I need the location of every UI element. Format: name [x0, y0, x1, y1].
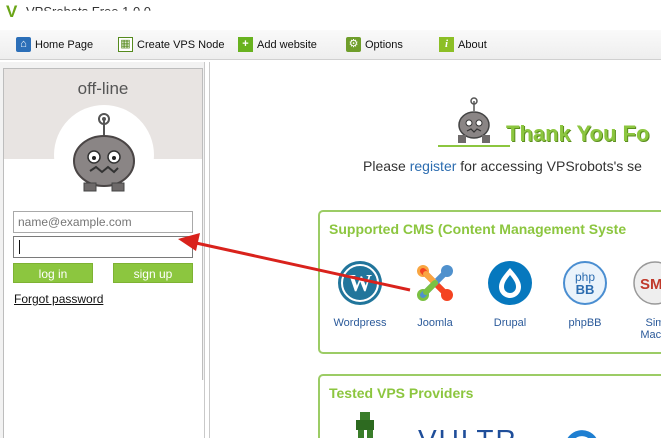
supported-cms-box: Supported CMS (Content Management Syste …	[318, 210, 661, 354]
register-link[interactable]: register	[410, 158, 457, 174]
toolbar-home-button[interactable]: ⌂ Home Page	[16, 35, 93, 54]
cms-item-joomla[interactable]: Joomla	[405, 260, 465, 329]
cms-item-wordpress[interactable]: W Wordpress	[330, 260, 390, 329]
info-icon: i	[439, 37, 454, 52]
vultr-logo[interactable]: VULTR	[418, 424, 518, 438]
toolbar-home-label: Home Page	[35, 38, 94, 51]
title-bar: V VPSrobots Free 1.0.0	[0, 0, 661, 30]
register-prompt: Please register for accessing VPSrobots'…	[363, 158, 642, 174]
avatar	[54, 105, 154, 205]
cms-box-title: Supported CMS (Content Management Syste	[329, 221, 627, 237]
provider-logo-icon	[356, 412, 374, 438]
login-button[interactable]: log in	[13, 263, 93, 283]
cms-item-phpbb[interactable]: php BB phpBB	[555, 260, 615, 329]
provider-logo-icon-2	[567, 430, 597, 438]
toolbar-add-website-button[interactable]: + Add website	[238, 35, 317, 54]
toolbar-create-node-label: Create VPS Node	[137, 38, 225, 51]
left-lower-panel	[3, 380, 204, 438]
vps-box-title: Tested VPS Providers	[329, 385, 474, 401]
home-icon: ⌂	[16, 37, 31, 52]
toolbar-options-button[interactable]: ⚙ Options	[346, 35, 403, 54]
toolbar-options-label: Options	[365, 38, 403, 51]
cms-item-smf[interactable]: SM Sim Machi	[625, 260, 661, 341]
drupal-icon	[488, 261, 532, 305]
text-caret	[19, 240, 20, 254]
toolbar-create-node-button[interactable]: ▦ Create VPS Node	[118, 35, 224, 54]
connection-status: off-line	[77, 79, 129, 98]
toolbar-add-website-label: Add website	[257, 38, 317, 51]
app-logo-icon: V	[6, 2, 18, 21]
create-node-icon: ▦	[118, 37, 133, 52]
svg-text:BB: BB	[576, 282, 595, 297]
toolbar-about-label: About	[458, 38, 487, 51]
wordpress-icon: W	[338, 261, 382, 305]
forgot-password-link[interactable]: Forgot password	[14, 292, 103, 306]
gear-icon: ⚙	[346, 37, 361, 52]
toolbar: ⌂ Home Page ▦ Create VPS Node + Add webs…	[0, 30, 661, 60]
left-panel: off-line name@example.com log in sign up…	[0, 62, 205, 438]
phpbb-icon: php BB	[563, 261, 607, 305]
robot-mascot-icon	[458, 97, 490, 143]
cms-item-drupal[interactable]: Drupal	[480, 260, 540, 329]
smf-icon: SM	[633, 261, 661, 305]
password-field[interactable]	[13, 236, 193, 258]
toolbar-about-button[interactable]: i About	[439, 35, 487, 54]
main-content: Thank You Fo Please register for accessi…	[209, 62, 661, 438]
login-box: off-line name@example.com log in sign up…	[3, 68, 203, 382]
signup-button[interactable]: sign up	[113, 263, 193, 283]
add-icon: +	[238, 37, 253, 52]
vps-providers-box: Tested VPS Providers VULTR	[318, 374, 661, 438]
svg-text:W: W	[348, 271, 372, 297]
svg-text:SM: SM	[640, 276, 661, 293]
window-title: VPSrobots Free 1.0.0	[26, 4, 152, 19]
email-field[interactable]	[13, 211, 193, 233]
thank-you-heading: Thank You Fo	[506, 121, 650, 146]
joomla-icon	[417, 265, 453, 301]
robot-avatar-icon	[73, 113, 135, 192]
